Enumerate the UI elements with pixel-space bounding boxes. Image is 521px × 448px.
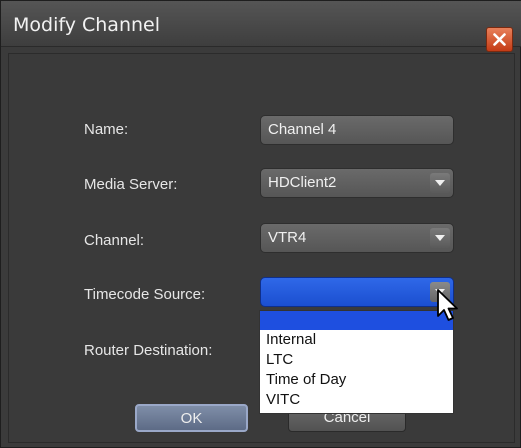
timecode-option-internal[interactable]: Internal [260, 330, 453, 350]
media-server-value: HDClient2 [268, 174, 337, 191]
mouse-pointer-icon [437, 289, 458, 321]
title-bar[interactable]: Modify Channel [1, 1, 521, 52]
timecode-option-time-of-day[interactable]: Time of Day [260, 370, 453, 390]
name-field[interactable]: Channel 4 [260, 115, 454, 145]
close-button[interactable] [486, 27, 513, 52]
dropdown-blank-selected-option[interactable] [260, 311, 453, 330]
timecode-source-select[interactable] [260, 277, 454, 307]
ok-button[interactable]: OK [135, 404, 248, 432]
chevron-down-icon [435, 180, 445, 186]
timecode-option-ltc[interactable]: LTC [260, 350, 453, 370]
close-icon [493, 33, 506, 46]
channel-value: VTR4 [268, 229, 307, 246]
channel-select[interactable]: VTR4 [260, 223, 454, 253]
timecode-option-vitc[interactable]: VITC [260, 390, 453, 410]
media-server-label: Media Server: [84, 176, 178, 193]
chevron-down-icon [435, 235, 445, 241]
channel-dropdown-button[interactable] [430, 228, 450, 248]
media-server-dropdown-button[interactable] [430, 173, 450, 193]
timecode-dropdown-list: Internal LTC Time of Day VITC [259, 310, 454, 414]
channel-label: Channel: [84, 232, 145, 249]
router-destination-label: Router Destination: [84, 342, 213, 359]
timecode-source-label: Timecode Source: [84, 286, 206, 303]
modify-channel-dialog: Modify Channel Name: Channel 4 Media Ser… [0, 0, 521, 448]
name-label: Name: [84, 121, 129, 138]
media-server-select[interactable]: HDClient2 [260, 168, 454, 198]
dialog-title: Modify Channel [13, 14, 160, 36]
